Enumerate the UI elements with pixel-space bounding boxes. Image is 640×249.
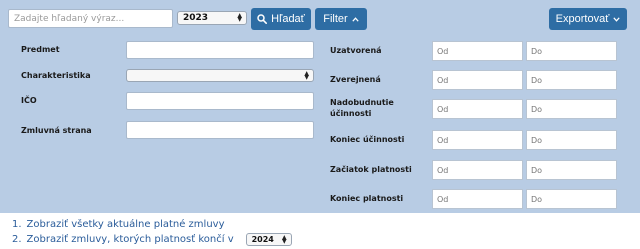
ico-input[interactable] [126, 92, 314, 110]
published-from-input[interactable]: Od [432, 70, 523, 90]
ico-label: IČO [21, 96, 37, 105]
effective-start-to-placeholder: Do [531, 104, 543, 114]
validity-start-from-input[interactable]: Od [432, 160, 523, 180]
list-item-number: 1. [12, 219, 22, 230]
published-from-placeholder: Od [437, 75, 449, 85]
search-input[interactable] [8, 9, 173, 28]
select-arrows-icon: ▲ ▼ [237, 12, 242, 23]
concluded-label: Uzatvorená [330, 46, 382, 55]
show-all-valid-contracts-link[interactable]: Zobraziť všetky aktuálne platné zmluvy [27, 219, 225, 230]
characteristic-select[interactable]: ▲ ▼ [126, 69, 314, 82]
effective-end-to-input[interactable]: Do [526, 130, 617, 150]
year-select-value: 2023 [183, 13, 209, 23]
validity-start-label: Začiatok platnosti [330, 165, 412, 174]
concluded-from-input[interactable]: Od [432, 41, 523, 61]
effective-start-from-input[interactable]: Od [432, 99, 523, 119]
list-item-number: 2. [12, 234, 22, 245]
filter-button[interactable]: Filter [315, 8, 367, 30]
published-to-input[interactable]: Do [526, 70, 617, 90]
validity-start-to-input[interactable]: Do [526, 160, 617, 180]
list-item: 1. Zobraziť všetky aktuálne platné zmluv… [12, 219, 225, 230]
year-select[interactable]: 2023 ▲ ▼ [177, 11, 247, 25]
subject-input[interactable] [126, 41, 314, 59]
chevron-down-icon [613, 16, 620, 22]
validity-start-to-placeholder: Do [531, 165, 543, 175]
select-arrows-icon: ▲ ▼ [304, 69, 309, 81]
concluded-to-placeholder: Do [531, 46, 543, 56]
filter-panel: 2023 ▲▼ Hľadať Filter Exportovať Predmet… [0, 0, 640, 213]
effective-end-from-input[interactable]: Od [432, 130, 523, 150]
list-item: 2. Zobraziť zmluvy, ktorých platnosť kon… [12, 233, 292, 246]
effective-start-to-input[interactable]: Do [526, 99, 617, 119]
show-expiring-contracts-link[interactable]: Zobraziť zmluvy, ktorých platnosť končí … [27, 234, 234, 245]
concluded-to-input[interactable]: Do [526, 41, 617, 61]
validity-end-to-placeholder: Do [531, 194, 543, 204]
validity-end-from-placeholder: Od [437, 194, 449, 204]
concluded-from-placeholder: Od [437, 46, 449, 56]
chevron-up-icon [352, 16, 359, 22]
expiry-year-value: 2024 [251, 235, 274, 244]
search-icon [257, 14, 268, 24]
validity-end-label: Koniec platnosti [330, 194, 404, 203]
select-arrows-icon: ▲ ▼ [281, 233, 287, 245]
search-button[interactable]: Hľadať [251, 8, 311, 30]
party-label: Zmluvná strana [21, 126, 92, 135]
validity-end-to-input[interactable]: Do [526, 189, 617, 209]
filter-button-label: Filter [323, 13, 348, 25]
characteristic-label: Charakteristika [21, 71, 91, 80]
effective-start-label: Nadobudnutie účinnosti [330, 98, 394, 118]
effective-end-from-placeholder: Od [437, 135, 449, 145]
validity-start-from-placeholder: Od [437, 165, 449, 175]
search-button-label: Hľadať [271, 13, 305, 25]
validity-end-from-input[interactable]: Od [432, 189, 523, 209]
party-input[interactable] [126, 121, 314, 139]
published-label: Zverejnená [330, 75, 381, 84]
effective-end-to-placeholder: Do [531, 135, 543, 145]
expiry-year-select[interactable]: 2024 ▲ ▼ [245, 233, 292, 246]
effective-end-label: Koniec účinnosti [330, 135, 405, 144]
effective-start-from-placeholder: Od [437, 104, 449, 114]
export-button-label: Exportovať [555, 13, 610, 25]
export-button[interactable]: Exportovať [549, 8, 627, 30]
subject-label: Predmet [21, 45, 60, 54]
published-to-placeholder: Do [531, 75, 543, 85]
